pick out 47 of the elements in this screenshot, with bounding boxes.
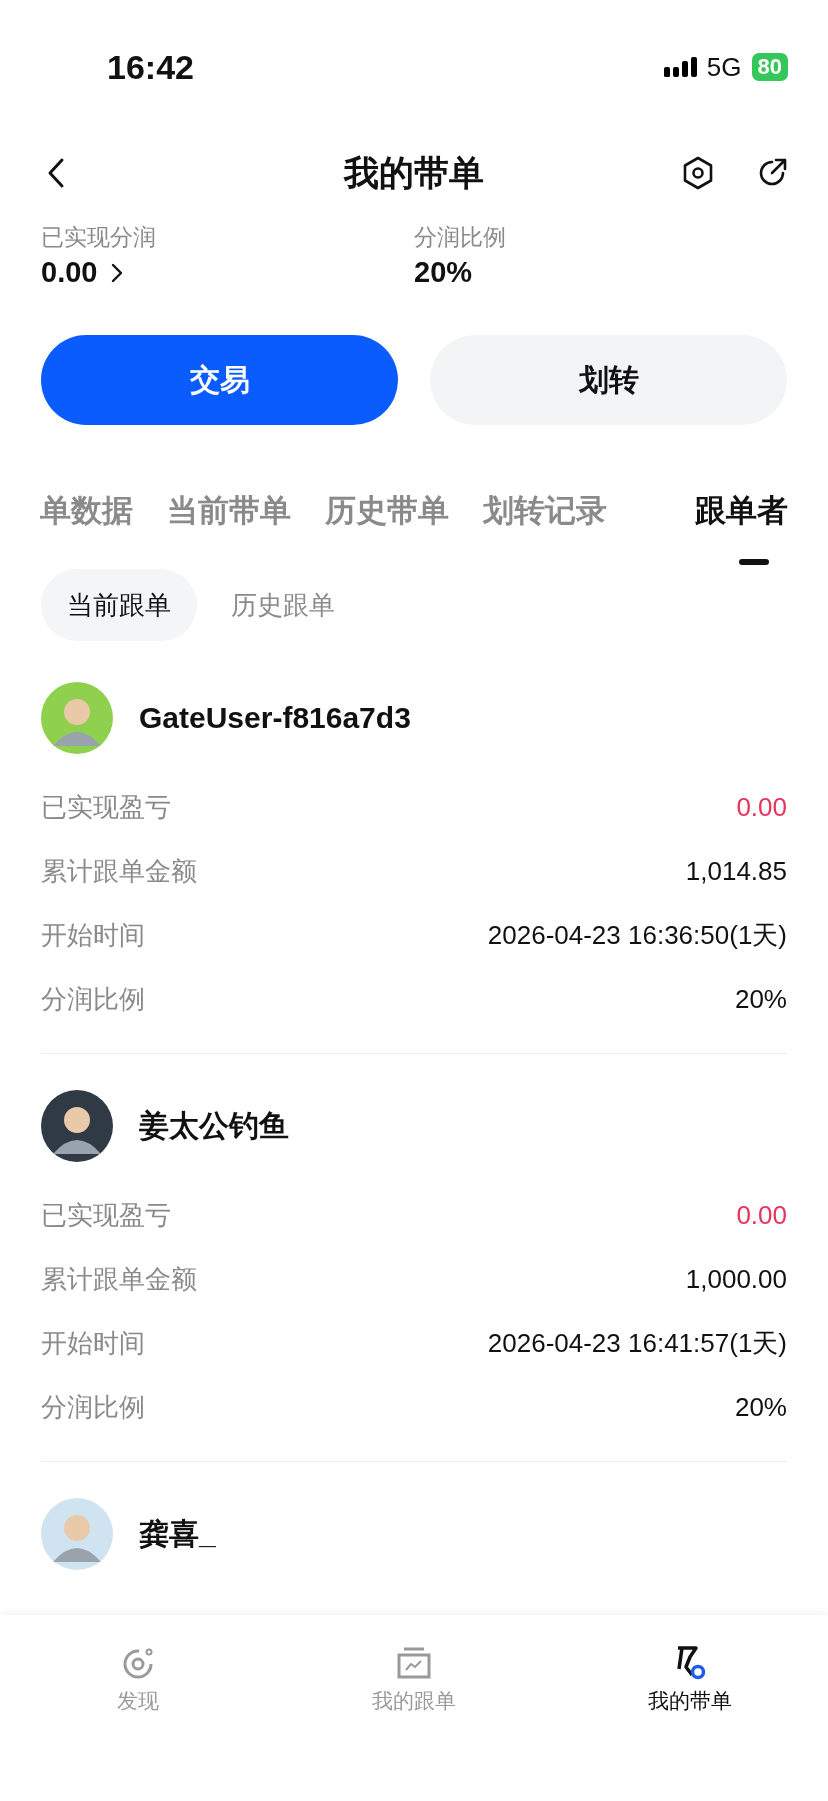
avatar bbox=[41, 1498, 113, 1570]
row-label: 开始时间 bbox=[41, 1326, 145, 1360]
row-value: 20% bbox=[734, 983, 787, 1015]
nav-tab[interactable]: 我的带单 bbox=[552, 1615, 828, 1735]
trade-button[interactable]: 交易 bbox=[41, 335, 398, 425]
row-label: 累计跟单金额 bbox=[41, 854, 197, 888]
filter-chip[interactable]: 当前跟单 bbox=[41, 569, 197, 641]
status-time: 16:42 bbox=[107, 47, 194, 87]
row-label: 分润比例 bbox=[41, 1390, 145, 1424]
tab[interactable]: 历史带单 bbox=[325, 489, 449, 569]
avatar bbox=[41, 1090, 113, 1162]
row-value: 0.00 bbox=[736, 791, 787, 823]
stat-label: 已实现分润 bbox=[41, 223, 157, 252]
row-label: 累计跟单金额 bbox=[41, 1262, 197, 1296]
row-label: 开始时间 bbox=[41, 918, 145, 952]
tab[interactable]: 划转记录 bbox=[483, 489, 607, 569]
filter-chip[interactable]: 历史跟单 bbox=[205, 569, 361, 641]
row-value: 20% bbox=[734, 1391, 787, 1423]
tab[interactable]: 当前带单 bbox=[167, 489, 291, 569]
row-value: 0.00 bbox=[736, 1199, 787, 1231]
nav-tab[interactable]: 发现 bbox=[0, 1615, 276, 1735]
signal-icon bbox=[663, 57, 697, 77]
battery-level: 80 bbox=[751, 53, 788, 81]
row-value: 1,014.85 bbox=[685, 855, 787, 887]
nav-tab[interactable]: 我的跟单 bbox=[276, 1615, 552, 1735]
chevron-right-icon[interactable] bbox=[111, 262, 124, 283]
avatar bbox=[41, 682, 113, 754]
tab[interactable]: 跟单者 bbox=[695, 489, 788, 569]
tab-indicator bbox=[738, 559, 769, 565]
row-label: 已实现盈亏 bbox=[41, 790, 171, 824]
chart-icon bbox=[396, 1645, 432, 1681]
stat-value[interactable]: 0.00 bbox=[41, 256, 98, 289]
page-title: 我的带单 bbox=[342, 151, 485, 194]
tab[interactable]: 单数据 bbox=[40, 489, 133, 569]
stat-value: 20% bbox=[414, 256, 473, 289]
transfer-button[interactable]: 划转 bbox=[430, 335, 787, 425]
follower-name: 姜太公钓鱼 bbox=[139, 1107, 289, 1144]
row-label: 分润比例 bbox=[41, 982, 145, 1016]
follower-name: GateUser-f816a7d3 bbox=[139, 701, 411, 735]
stat-label: 分润比例 bbox=[414, 223, 507, 252]
settings-icon[interactable] bbox=[682, 156, 714, 190]
follower-name: 龚喜_ bbox=[139, 1515, 216, 1552]
row-value: 2026-04-23 16:36:50(1天) bbox=[487, 918, 787, 952]
row-label: 已实现盈亏 bbox=[41, 1198, 171, 1232]
row-value: 2026-04-23 16:41:57(1天) bbox=[487, 1326, 787, 1360]
row-value: 1,000.00 bbox=[685, 1263, 787, 1295]
network-label: 5G bbox=[706, 51, 742, 83]
